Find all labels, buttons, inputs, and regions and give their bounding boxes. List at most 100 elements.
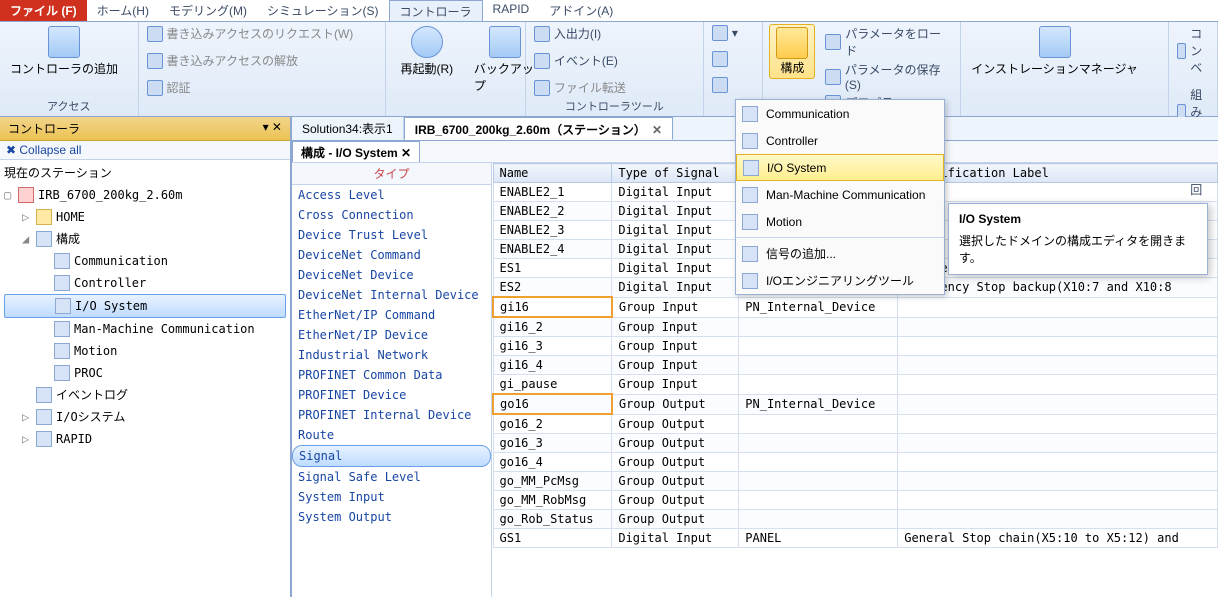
type-device-trust-level[interactable]: Device Trust Level (292, 225, 491, 245)
type-profinet-internal-device[interactable]: PROFINET Internal Device (292, 405, 491, 425)
tree-eventlog[interactable]: イベントログ (4, 384, 286, 406)
table-row[interactable]: go16Group OutputPN_Internal_Device (493, 394, 1218, 414)
cell-name[interactable]: go_MM_PcMsg (493, 472, 612, 491)
dd-motion[interactable]: Motion (736, 208, 944, 235)
table-row[interactable]: go16_4Group Output (493, 453, 1218, 472)
tab-controller[interactable]: コントローラ (389, 0, 483, 21)
cell-name[interactable]: gi16 (493, 297, 612, 317)
cell-name[interactable]: gi16_4 (493, 356, 612, 375)
cell-name[interactable]: go16 (493, 394, 612, 414)
construct-button[interactable]: 構成 (769, 24, 815, 79)
table-row[interactable]: go_Rob_StatusGroup Output (493, 510, 1218, 529)
rel-write-access[interactable]: 書き込みアクセスの解放 (145, 51, 300, 70)
table-row[interactable]: gi16_4Group Input (493, 356, 1218, 375)
cell-name[interactable]: go_MM_RobMsg (493, 491, 612, 510)
cell-name[interactable]: go16_2 (493, 414, 612, 434)
type-ethernet-ip-device[interactable]: EtherNet/IP Device (292, 325, 491, 345)
event-button[interactable]: イベント(E) (532, 51, 620, 70)
type-system-output[interactable]: System Output (292, 507, 491, 527)
dd-i-o-system[interactable]: I/O System (736, 154, 944, 181)
tree-rapid[interactable]: ▷RAPID (4, 428, 286, 450)
cell-name[interactable]: ENABLE2_1 (493, 183, 612, 202)
install-mgr-button[interactable]: インストレーションマネージャ (967, 24, 1142, 79)
save-params[interactable]: パラメータの保存(S) (823, 60, 954, 93)
tree-cfg-proc[interactable]: PROC (4, 362, 286, 384)
type-industrial-network[interactable]: Industrial Network (292, 345, 491, 365)
type-system-input[interactable]: System Input (292, 487, 491, 507)
cell-name[interactable]: gi16_2 (493, 317, 612, 337)
type-profinet-device[interactable]: PROFINET Device (292, 385, 491, 405)
io-button[interactable]: 入出力(I) (532, 24, 603, 43)
dd-io-eng-tool[interactable]: I/Oエンジニアリングツール (736, 267, 944, 294)
type-cross-connection[interactable]: Cross Connection (292, 205, 491, 225)
cell-name[interactable]: ENABLE2_3 (493, 221, 612, 240)
tree-home[interactable]: ▷HOME (4, 206, 286, 228)
panel-close-icon[interactable]: ▾ ✕ (263, 120, 282, 137)
misc2[interactable] (710, 50, 730, 68)
cell-name[interactable]: go16_4 (493, 453, 612, 472)
col-header[interactable]: Name (493, 164, 612, 183)
table-row[interactable]: go16_2Group Output (493, 414, 1218, 434)
type-signal[interactable]: Signal (292, 445, 491, 467)
tree-cfg-controller[interactable]: Controller (4, 272, 286, 294)
tab-addin[interactable]: アドイン(A) (539, 0, 623, 21)
type-ethernet-ip-command[interactable]: EtherNet/IP Command (292, 305, 491, 325)
cell-name[interactable]: ENABLE2_2 (493, 202, 612, 221)
load-params[interactable]: パラメータをロード (823, 24, 954, 60)
tab-home[interactable]: ホーム(H) (87, 0, 159, 21)
tree-config[interactable]: ◢構成 (4, 228, 286, 250)
tree-cfg-communication[interactable]: Communication (4, 250, 286, 272)
close-icon[interactable]: ✕ (652, 123, 662, 137)
table-row[interactable]: GS1Digital InputPANELGeneral Stop chain(… (493, 529, 1218, 548)
table-row[interactable]: gi_pauseGroup Input (493, 375, 1218, 395)
restart-button[interactable]: 再起動(R) (392, 24, 462, 79)
tab-modeling[interactable]: モデリング(M) (159, 0, 257, 21)
col-header[interactable]: Type of Signal (612, 164, 739, 183)
table-row[interactable]: go_MM_PcMsgGroup Output (493, 472, 1218, 491)
cell-name[interactable]: ES2 (493, 278, 612, 298)
table-row[interactable]: go16_3Group Output (493, 434, 1218, 453)
tree-root[interactable]: ▢IRB_6700_200kg_2.60m (4, 184, 286, 206)
tree-cfg-i-o-system[interactable]: I/O System (4, 294, 286, 318)
type-signal-safe-level[interactable]: Signal Safe Level (292, 467, 491, 487)
close-icon[interactable]: ✕ (401, 146, 411, 160)
misc1[interactable]: ▾ (710, 24, 740, 42)
cell-name[interactable]: ENABLE2_4 (493, 240, 612, 259)
tree-cfg-motion[interactable]: Motion (4, 340, 286, 362)
type-devicenet-command[interactable]: DeviceNet Command (292, 245, 491, 265)
conv[interactable]: コンベ (1175, 24, 1211, 77)
type-devicenet-device[interactable]: DeviceNet Device (292, 265, 491, 285)
table-row[interactable]: gi16_2Group Input (493, 317, 1218, 337)
doc-tab-solution[interactable]: Solution34:表示1 (292, 117, 404, 140)
dd-add-signal[interactable]: 信号の追加... (736, 240, 944, 267)
table-row[interactable]: go_MM_RobMsgGroup Output (493, 491, 1218, 510)
type-devicenet-internal-device[interactable]: DeviceNet Internal Device (292, 285, 491, 305)
dd-communication[interactable]: Communication (736, 100, 944, 127)
req-write-access[interactable]: 書き込みアクセスのリクエスト(W) (145, 24, 356, 43)
tree-cfg-man-machine-communication[interactable]: Man-Machine Communication (4, 318, 286, 340)
col-header[interactable]: Identification Label (898, 164, 1218, 183)
table-row[interactable]: gi16_3Group Input (493, 337, 1218, 356)
tab-sim[interactable]: シミュレーション(S) (257, 0, 389, 21)
sub-tab-config[interactable]: 構成 - I/O System ✕ (292, 141, 420, 162)
add-controller-button[interactable]: コントローラの追加 (6, 24, 122, 79)
tab-file[interactable]: ファイル (F) (0, 0, 87, 21)
misc3[interactable] (710, 76, 730, 94)
cell-name[interactable]: gi_pause (493, 375, 612, 395)
file-transfer-button[interactable]: ファイル転送 (532, 78, 628, 97)
cell-name[interactable]: go_Rob_Status (493, 510, 612, 529)
cell-name[interactable]: go16_3 (493, 434, 612, 453)
doc-tab-station[interactable]: IRB_6700_200kg_2.60m（ステーション）✕ (404, 117, 673, 140)
cell-name[interactable]: ES1 (493, 259, 612, 278)
type-route[interactable]: Route (292, 425, 491, 445)
table-row[interactable]: gi16Group InputPN_Internal_Device (493, 297, 1218, 317)
cell-name[interactable]: gi16_3 (493, 337, 612, 356)
auth[interactable]: 認証 (145, 78, 193, 97)
dd-man-machine-communication[interactable]: Man-Machine Communication (736, 181, 944, 208)
collapse-all-link[interactable]: ✖ Collapse all (6, 143, 81, 157)
tab-rapid[interactable]: RAPID (483, 0, 540, 21)
cell-name[interactable]: GS1 (493, 529, 612, 548)
tree-iosys[interactable]: ▷I/Oシステム (4, 406, 286, 428)
type-access-level[interactable]: Access Level (292, 185, 491, 205)
dd-controller[interactable]: Controller (736, 127, 944, 154)
